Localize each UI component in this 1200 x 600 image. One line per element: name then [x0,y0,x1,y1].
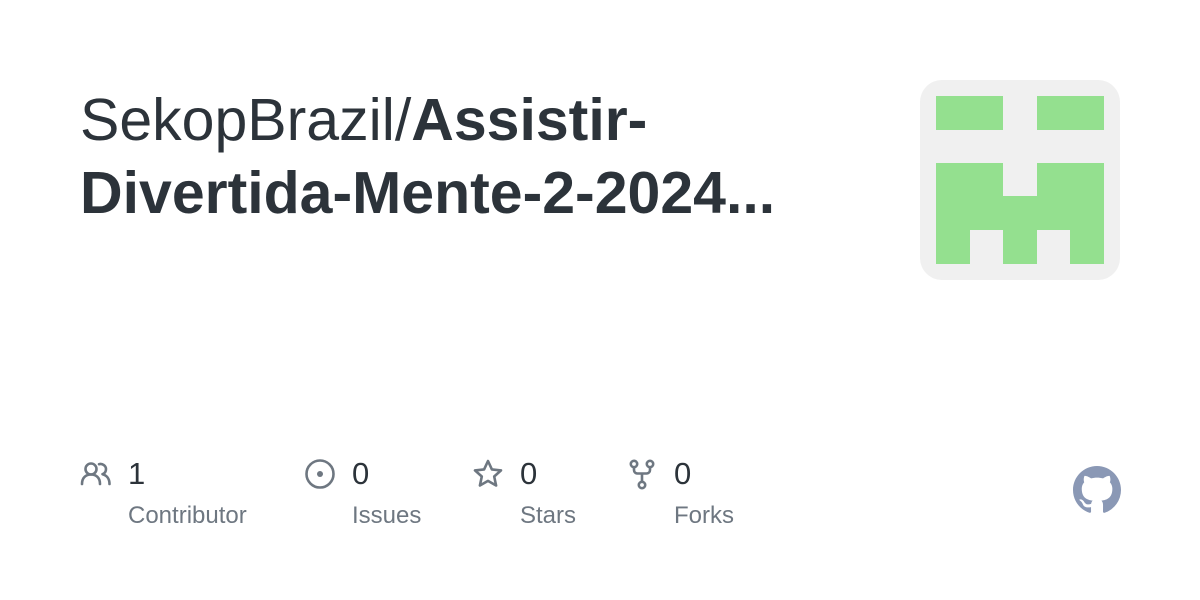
contributors-label: Contributor [128,502,247,529]
identicon-block [936,163,1003,230]
repo-social-card: SekopBrazil/Assistir- Divertida-Mente-2-2… [0,0,1200,600]
issues-label: Issues [352,502,422,529]
identicon-pattern [936,96,1104,264]
people-icon [80,462,111,486]
owner-identicon [920,80,1120,280]
issues-count: 0 [352,456,370,491]
repo-title[interactable]: SekopBrazil/Assistir- Divertida-Mente-2-2… [80,84,880,230]
repo-stats: 1 Contributor 0 Issues 0 Stars 0 Forks [80,456,980,536]
contributors-count: 1 [128,456,146,491]
repo-forked-icon [629,459,655,490]
identicon-block [1070,230,1104,264]
identicon-block [1037,96,1104,130]
stars-label: Stars [520,502,577,529]
forks-count: 0 [674,456,692,491]
issue-opened-icon [305,459,335,489]
repo-name-line1: Assistir- [411,87,648,153]
identicon-block [1003,230,1037,264]
stars-count: 0 [520,456,538,491]
identicon-block [936,96,1003,130]
forks-label: Forks [674,502,734,529]
identicon-block [1003,196,1037,230]
identicon-block [936,230,970,264]
identicon-block [1037,163,1104,230]
repo-owner: SekopBrazil [80,87,395,153]
star-icon [473,459,503,487]
repo-slash: / [394,87,412,153]
repo-name-line2: Divertida-Mente-2-2024... [80,160,776,226]
github-mark-icon[interactable] [1073,466,1121,514]
